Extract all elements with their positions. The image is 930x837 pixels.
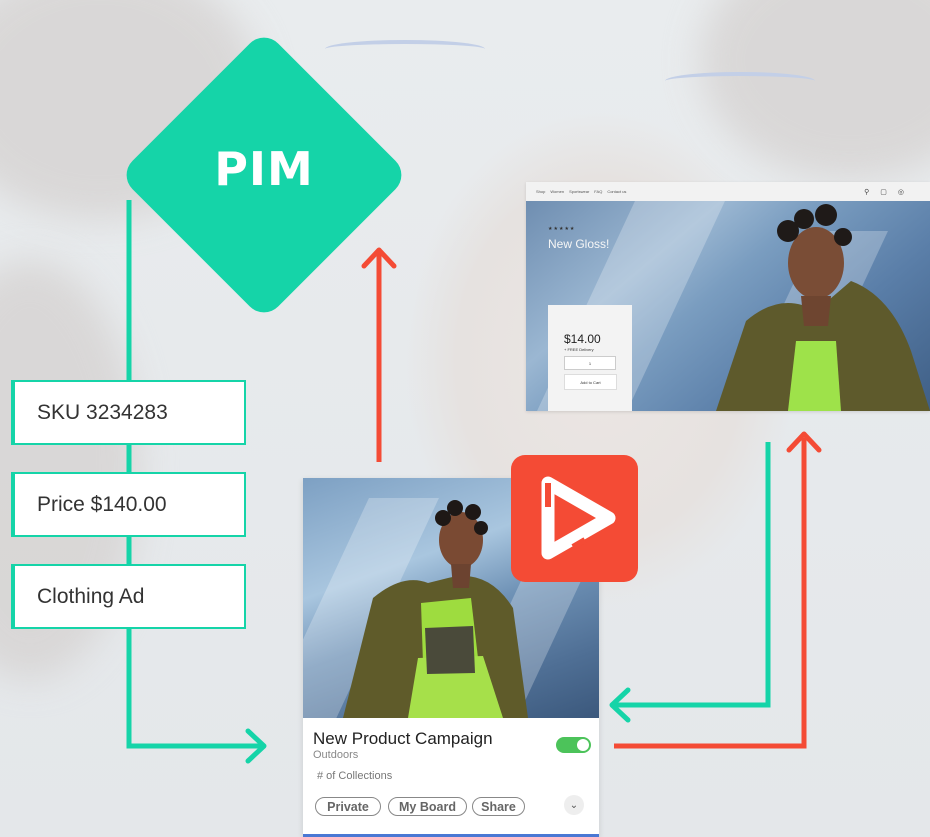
- play-icon: [541, 476, 616, 560]
- nav-item-shop[interactable]: Shop: [536, 189, 545, 194]
- brand-play-logo: [511, 455, 638, 582]
- red-flow-line-site: [614, 438, 807, 749]
- add-to-cart-button[interactable]: Add to Cart: [564, 374, 617, 390]
- chevron-down-icon[interactable]: ⌄: [564, 795, 584, 815]
- pim-diamond: PIM: [117, 28, 411, 322]
- my-board-button[interactable]: My Board: [388, 797, 467, 816]
- quantity-field[interactable]: 1: [564, 356, 616, 370]
- toggle-knob: [577, 739, 589, 751]
- card-subtitle: Outdoors: [313, 749, 359, 761]
- nav-item-women[interactable]: Women: [550, 189, 564, 194]
- campaign-toggle[interactable]: [556, 737, 591, 753]
- nav-item-sportswear[interactable]: Sportswear: [569, 189, 589, 194]
- account-icon[interactable]: ◎: [898, 189, 910, 196]
- site-nav-icons[interactable]: ⚲ ▢ ◎: [864, 188, 915, 196]
- site-delivery: + FREE Delivery: [564, 347, 594, 352]
- site-nav: Shop Women Sportswear FAQ Contact us ⚲ ▢ ◎: [526, 182, 930, 201]
- website-preview: Shop Women Sportswear FAQ Contact us ⚲ ▢ ◎…: [526, 182, 930, 411]
- site-price: $14.00: [564, 332, 601, 346]
- nav-item-contact[interactable]: Contact us: [607, 189, 626, 194]
- share-button[interactable]: Share: [472, 797, 525, 816]
- model-photo: [716, 204, 930, 411]
- attribute-sku: SKU 3234283: [11, 380, 246, 445]
- private-button[interactable]: Private: [315, 797, 381, 816]
- cart-icon[interactable]: ▢: [880, 189, 893, 196]
- attribute-category: Clothing Ad: [11, 564, 246, 629]
- search-icon[interactable]: ⚲: [864, 189, 875, 196]
- pim-label: PIM: [214, 142, 314, 196]
- nav-item-faq[interactable]: FAQ: [594, 189, 602, 194]
- rating-stars: ★★★★★: [548, 226, 576, 232]
- buy-box: $14.00 + FREE Delivery 1 Add to Cart: [548, 305, 632, 411]
- site-hero: ★★★★★ New Gloss! $14.00 + FREE Delivery …: [526, 201, 930, 411]
- card-collections: # of Collections: [317, 770, 393, 782]
- site-product-title: New Gloss!: [548, 237, 610, 251]
- attribute-price: Price $140.00: [11, 472, 246, 537]
- card-title: New Product Campaign: [313, 729, 493, 748]
